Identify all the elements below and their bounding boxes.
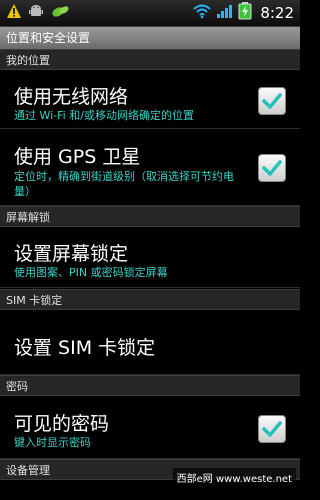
setting-wireless-location[interactable]: 使用无线网络 通过 Wi-Fi 和/或移动网络确定的位置: [0, 71, 300, 129]
section-header-location: 我的位置: [0, 49, 300, 70]
setting-title: 使用无线网络: [14, 86, 129, 108]
setting-sim-lock[interactable]: 设置 SIM 卡锁定: [0, 311, 300, 375]
android-icon: [28, 3, 44, 23]
section-header-screen-unlock: 屏幕解锁: [0, 206, 300, 227]
checkmark-icon: [262, 93, 282, 109]
status-clock: 8:22: [260, 4, 294, 22]
setting-title: 可见的密码: [14, 413, 110, 435]
status-bar: 8:22: [0, 0, 300, 27]
gps-checkbox[interactable]: [258, 154, 286, 182]
setting-gps[interactable]: 使用 GPS 卫星 定位时，精确到街道级别（取消选择可节约电量）: [0, 130, 300, 206]
setting-subtitle: 定位时，精确到街道级别（取消选择可节约电量）: [14, 170, 234, 198]
visible-password-checkbox[interactable]: [258, 415, 286, 443]
page-title: 位置和安全设置: [0, 27, 300, 49]
wifi-icon: [192, 3, 212, 23]
section-header-password: 密码: [0, 375, 300, 396]
checkmark-icon: [262, 421, 282, 437]
wireless-checkbox[interactable]: [258, 87, 286, 115]
section-header-sim-lock: SIM 卡锁定: [0, 289, 300, 310]
setting-title: 设置 SIM 卡锁定: [14, 337, 156, 359]
setting-subtitle: 通过 Wi-Fi 和/或移动网络确定的位置: [14, 109, 194, 122]
app-notification-icon: [50, 3, 70, 23]
setting-title: 设置屏幕锁定: [14, 243, 129, 265]
watermark: 西部e网 www.weste.net: [172, 468, 296, 487]
checkmark-icon: [262, 160, 282, 176]
battery-icon: [238, 2, 252, 24]
setting-subtitle: 使用图案、PIN 或密码锁定屏幕: [14, 266, 168, 279]
setting-title: 使用 GPS 卫星: [14, 146, 141, 168]
setting-subtitle: 键入时显示密码: [14, 436, 91, 449]
signal-icon: [216, 3, 234, 23]
setting-screen-lock[interactable]: 设置屏幕锁定 使用图案、PIN 或密码锁定屏幕: [0, 228, 300, 288]
setting-visible-password[interactable]: 可见的密码 键入时显示密码: [0, 397, 300, 459]
warning-icon: [6, 3, 22, 23]
